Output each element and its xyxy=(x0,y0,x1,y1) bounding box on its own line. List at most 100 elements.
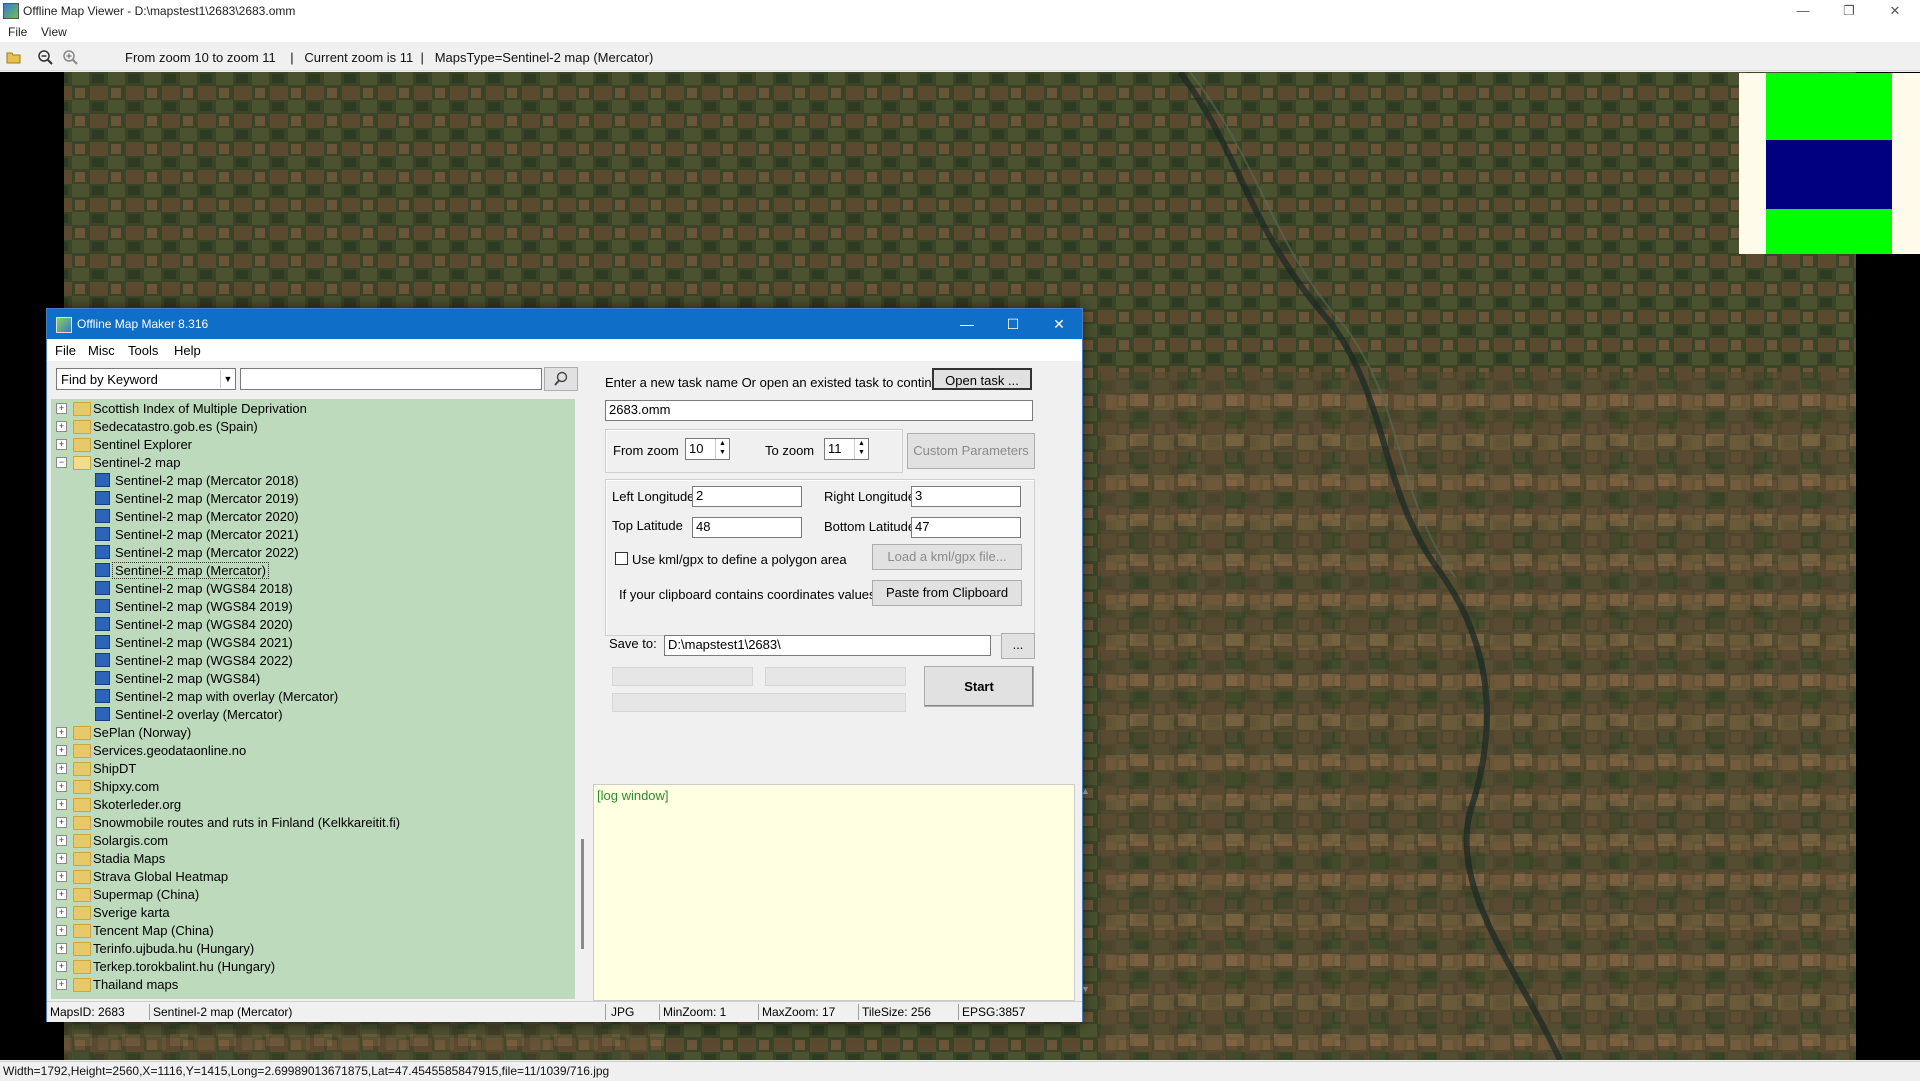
tree-map-item[interactable]: Sentinel-2 map (WGS84 2018) xyxy=(51,579,571,597)
tree-folder-item[interactable]: + Terkep.torokbalint.hu (Hungary) xyxy=(51,957,571,975)
tree-folder-item[interactable]: + Supermap (China) xyxy=(51,885,571,903)
bottom-latitude-input[interactable]: 47 xyxy=(911,517,1021,538)
tree-folder-item[interactable]: + Sedecatastro.gob.es (Spain) xyxy=(51,417,571,435)
expand-icon[interactable]: + xyxy=(56,853,67,864)
open-folder-icon[interactable] xyxy=(6,49,22,65)
dialog-maximize-icon[interactable]: ☐ xyxy=(990,309,1036,339)
tree-folder-item[interactable]: + Thailand maps xyxy=(51,975,571,993)
tree-folder-item[interactable]: + Terinfo.ujbuda.hu (Hungary) xyxy=(51,939,571,957)
expand-icon[interactable]: + xyxy=(56,403,67,414)
save-to-input[interactable]: D:\mapstest1\2683\ xyxy=(664,635,991,656)
tree-folder-item[interactable]: + Snowmobile routes and ruts in Finland (… xyxy=(51,813,571,831)
tree-folder-item[interactable]: + Sverige karta xyxy=(51,903,571,921)
tree-folder-item[interactable]: + Strava Global Heatmap xyxy=(51,867,571,885)
tree-item-label: Sentinel-2 map (Mercator 2020) xyxy=(115,509,299,524)
expand-icon[interactable]: + xyxy=(56,421,67,432)
tree-folder-item[interactable]: + Sentinel Explorer xyxy=(51,435,571,453)
expand-icon[interactable]: + xyxy=(56,961,67,972)
menu-file[interactable]: File xyxy=(8,25,27,39)
close-icon[interactable]: ✕ xyxy=(1872,0,1918,22)
tree-map-item[interactable]: Sentinel-2 map (Mercator) xyxy=(51,561,571,579)
tree-item-label: Sentinel-2 map with overlay (Mercator) xyxy=(115,689,339,704)
custom-parameters-button[interactable]: Custom Parameters xyxy=(907,433,1035,469)
expand-icon[interactable]: + xyxy=(56,943,67,954)
tree-folder-item[interactable]: + Shipxy.com xyxy=(51,777,571,795)
expand-icon[interactable]: + xyxy=(56,889,67,900)
to-zoom-spinner[interactable]: 11 ▲ ▼ xyxy=(824,438,869,460)
expand-icon[interactable]: + xyxy=(56,835,67,846)
zoom-out-icon[interactable] xyxy=(37,49,53,65)
expand-icon[interactable]: + xyxy=(56,871,67,882)
spinner-arrows-icon[interactable]: ▲ ▼ xyxy=(715,439,729,459)
log-scrollbar[interactable]: ▲ ▼ xyxy=(1078,784,1092,999)
tree-map-item[interactable]: Sentinel-2 map (Mercator 2019) xyxy=(51,489,571,507)
minimize-icon[interactable]: — xyxy=(1780,0,1826,22)
expand-icon[interactable]: + xyxy=(56,763,67,774)
log-window[interactable]: [log window] xyxy=(593,784,1075,1001)
dialog-menu-file[interactable]: File xyxy=(55,343,76,358)
expand-icon[interactable]: + xyxy=(56,907,67,918)
status-maps-id: MapsID: 2683 xyxy=(50,1005,125,1019)
expand-icon[interactable]: + xyxy=(56,439,67,450)
tree-map-item[interactable]: Sentinel-2 map (WGS84 2020) xyxy=(51,615,571,633)
tree-folder-item[interactable]: + Tencent Map (China) xyxy=(51,921,571,939)
search-input[interactable] xyxy=(240,368,542,390)
map-type-tree[interactable]: + Scottish Index of Multiple Deprivation +… xyxy=(51,399,575,999)
expand-icon[interactable]: + xyxy=(56,925,67,936)
browse-folder-button[interactable]: ... xyxy=(1001,633,1035,659)
menu-view[interactable]: View xyxy=(41,25,67,39)
scroll-up-icon[interactable]: ▲ xyxy=(1081,786,1090,796)
expand-icon[interactable]: + xyxy=(56,979,67,990)
tree-folder-item[interactable]: + Solargis.com xyxy=(51,831,571,849)
load-kml-button[interactable]: Load a kml/gpx file... xyxy=(872,544,1022,570)
tree-folder-item[interactable]: + Services.geodataonline.no xyxy=(51,741,571,759)
top-latitude-input[interactable]: 48 xyxy=(692,517,802,538)
tree-map-item[interactable]: Sentinel-2 map (WGS84 2022) xyxy=(51,651,571,669)
dialog-close-icon[interactable]: ✕ xyxy=(1036,309,1082,339)
tree-map-item[interactable]: Sentinel-2 map (WGS84 2019) xyxy=(51,597,571,615)
tree-folder-item[interactable]: + Stadia Maps xyxy=(51,849,571,867)
from-zoom-spinner[interactable]: 10 ▲ ▼ xyxy=(685,438,730,460)
tree-scrollbar[interactable] xyxy=(577,399,591,999)
dialog-title-bar[interactable]: Offline Map Maker 8.316 — ☐ ✕ xyxy=(47,309,1082,339)
dialog-menu-tools[interactable]: Tools xyxy=(128,343,158,358)
expand-icon[interactable]: + xyxy=(56,781,67,792)
tree-folder-item[interactable]: + Scottish Index of Multiple Deprivation xyxy=(51,399,571,417)
expand-icon[interactable]: + xyxy=(56,799,67,810)
dialog-minimize-icon[interactable]: — xyxy=(944,309,990,339)
dialog-menu-help[interactable]: Help xyxy=(174,343,201,358)
chevron-down-icon[interactable]: ▼ xyxy=(220,370,235,388)
tree-map-item[interactable]: Sentinel-2 map (WGS84) xyxy=(51,669,571,687)
expand-icon[interactable]: + xyxy=(56,817,67,828)
start-button[interactable]: Start xyxy=(924,666,1034,707)
tree-map-item[interactable]: Sentinel-2 map with overlay (Mercator) xyxy=(51,687,571,705)
spinner-arrows-icon[interactable]: ▲ ▼ xyxy=(854,439,868,459)
search-mode-select[interactable]: Find by Keyword ▼ xyxy=(56,368,236,390)
tree-map-item[interactable]: Sentinel-2 map (WGS84 2021) xyxy=(51,633,571,651)
tree-map-item[interactable]: Sentinel-2 map (Mercator 2021) xyxy=(51,525,571,543)
paste-clipboard-button[interactable]: Paste from Clipboard xyxy=(872,580,1022,606)
tree-map-item[interactable]: Sentinel-2 map (Mercator 2018) xyxy=(51,471,571,489)
search-button[interactable] xyxy=(544,367,578,391)
tree-folder-item[interactable]: + Skoterleder.org xyxy=(51,795,571,813)
tree-map-item[interactable]: Sentinel-2 map (Mercator 2022) xyxy=(51,543,571,561)
tree-scrollbar-thumb[interactable] xyxy=(581,839,584,949)
collapse-icon[interactable]: − xyxy=(56,457,67,468)
tree-folder-item[interactable]: − Sentinel-2 map xyxy=(51,453,571,471)
zoom-in-icon[interactable] xyxy=(62,49,78,65)
expand-icon[interactable]: + xyxy=(56,727,67,738)
task-name-input[interactable]: 2683.omm xyxy=(605,400,1033,421)
left-longitude-input[interactable]: 2 xyxy=(692,486,802,507)
scroll-down-icon[interactable]: ▼ xyxy=(1081,984,1090,994)
dialog-menu-misc[interactable]: Misc xyxy=(88,343,115,358)
kml-checkbox[interactable] xyxy=(615,552,628,565)
expand-icon[interactable]: + xyxy=(56,745,67,756)
tree-folder-item[interactable]: + SePlan (Norway) xyxy=(51,723,571,741)
restore-icon[interactable]: ❐ xyxy=(1826,0,1872,22)
tree-map-item[interactable]: Sentinel-2 overlay (Mercator) xyxy=(51,705,571,723)
tree-item-label: Sentinel-2 map (WGS84 2020) xyxy=(115,617,293,632)
tree-folder-item[interactable]: + ShipDT xyxy=(51,759,571,777)
right-longitude-input[interactable]: 3 xyxy=(911,486,1021,507)
tree-map-item[interactable]: Sentinel-2 map (Mercator 2020) xyxy=(51,507,571,525)
open-task-button[interactable]: Open task ... xyxy=(932,368,1032,390)
